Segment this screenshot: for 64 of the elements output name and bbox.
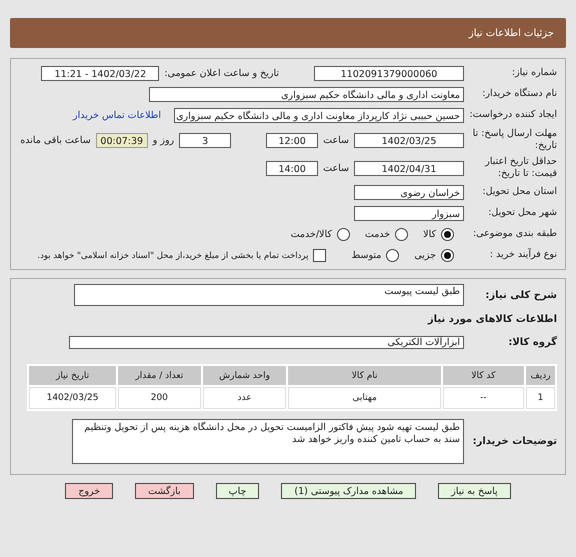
field-label: حداقل تاریخ اعتبار قیمت: تا تاریخ: bbox=[484, 156, 557, 180]
input-field[interactable]: طبق لیست پیوست bbox=[74, 284, 464, 306]
table-cell: 200 bbox=[118, 387, 201, 409]
action-button[interactable]: خروج bbox=[65, 483, 114, 499]
text-area[interactable]: طبق لیست تهیه شود پیش فاکتور الزامیست تحویل در محل دانشگاه هزینه پس از تحویل وتنظیم سند به حساب تامین کننده واریز خواهد شد bbox=[72, 419, 464, 464]
column-header: تعداد / مقدار bbox=[118, 366, 201, 385]
column-header: کد کالا bbox=[442, 366, 524, 385]
input-field[interactable]: 1402/03/25 bbox=[354, 132, 464, 148]
radio-button[interactable] bbox=[386, 249, 400, 262]
action-button[interactable]: پاسخ به نیاز bbox=[438, 483, 511, 499]
field-label: ساعت bbox=[323, 162, 349, 174]
input-field[interactable]: ابزارآلات الکتریکی bbox=[69, 336, 464, 349]
field-label: نوع فرآیند خرید : bbox=[488, 249, 557, 262]
column-header: واحد شمارش bbox=[202, 366, 286, 385]
field-label: گروه کالا: bbox=[507, 336, 557, 349]
remaining-time-field: 00:07:39 bbox=[96, 132, 148, 148]
action-button[interactable]: مشاهده مدارک پیوستی (1) bbox=[281, 483, 416, 499]
table-cell: عدد bbox=[202, 387, 286, 409]
table-cell: -- bbox=[442, 387, 524, 409]
input-field[interactable]: 12:00 bbox=[266, 132, 318, 148]
field-label: توضیحات خریدار: bbox=[472, 435, 557, 448]
radio-label: کالا/خدمت bbox=[290, 229, 332, 240]
field-label: شرح کلی نیاز: bbox=[484, 288, 557, 302]
input-field[interactable]: حسین حبیبی نژاد کارپرداز معاونت اداری و مالی دانشگاه حکیم سبزواری bbox=[174, 108, 464, 123]
table-cell: 1 bbox=[526, 387, 555, 409]
column-header: نام کالا bbox=[288, 366, 441, 385]
field-label: روز و bbox=[152, 134, 174, 146]
radio-button[interactable] bbox=[336, 228, 350, 241]
radio-button[interactable] bbox=[441, 228, 454, 241]
input-field[interactable]: 14:00 bbox=[266, 160, 318, 176]
field-label: طبقه بندی موضوعی: bbox=[472, 228, 557, 241]
action-button[interactable]: چاپ bbox=[216, 483, 260, 499]
radio-button[interactable] bbox=[441, 249, 454, 262]
field-label: نام دستگاه خریدار: bbox=[481, 88, 557, 101]
input-field[interactable]: معاونت اداری و مالی دانشگاه حکیم سبزواری bbox=[149, 87, 464, 102]
column-header: ردیف bbox=[526, 366, 555, 385]
checkbox-label: پرداخت تمام یا بخشی از مبلغ خرید،از محل "اسناد خزانه اسلامی" خواهد بود. bbox=[37, 250, 308, 260]
field-label: شماره نیاز: bbox=[510, 67, 557, 80]
checkbox[interactable] bbox=[313, 249, 326, 262]
radio-label: کالا bbox=[423, 229, 436, 240]
buyer-contact-link[interactable]: اطلاعات تماس خریدار bbox=[72, 110, 161, 121]
radio-label: خدمت bbox=[364, 229, 390, 240]
table-cell: 1402/03/25 bbox=[29, 387, 116, 409]
action-button[interactable]: بازگشت bbox=[135, 483, 194, 499]
section-heading: اطلاعات کالاهای مورد نیاز bbox=[428, 314, 557, 325]
input-field[interactable]: 3 bbox=[179, 132, 232, 148]
input-field[interactable]: سبزوار bbox=[354, 206, 464, 221]
page-title: جزئیات اطلاعات نیاز bbox=[468, 28, 554, 38]
field-label: مهلت ارسال پاسخ: تا تاریخ: bbox=[472, 128, 557, 152]
input-field[interactable]: 1102091379000060 bbox=[314, 66, 464, 81]
radio-label: متوسط bbox=[351, 250, 382, 261]
column-header: تاریخ نیاز bbox=[29, 366, 116, 385]
field-label: ساعت باقی مانده bbox=[20, 134, 91, 146]
field-label: شهر محل تحویل: bbox=[487, 207, 557, 220]
field-label: تاریخ و ساعت اعلان عمومی: bbox=[164, 68, 279, 79]
field-label: استان محل تحویل: bbox=[481, 186, 557, 199]
radio-label: جزیی bbox=[414, 250, 436, 261]
table-cell: مهتابی bbox=[288, 387, 441, 409]
input-field[interactable]: خراسان رضوی bbox=[354, 185, 464, 200]
field-label: ایجاد کننده درخواست: bbox=[469, 109, 557, 122]
input-field[interactable]: 1402/04/31 bbox=[354, 160, 464, 176]
field-label: ساعت bbox=[323, 134, 349, 146]
input-field[interactable]: 1402/03/22 - 11:21 bbox=[41, 66, 160, 81]
radio-button[interactable] bbox=[395, 228, 408, 241]
